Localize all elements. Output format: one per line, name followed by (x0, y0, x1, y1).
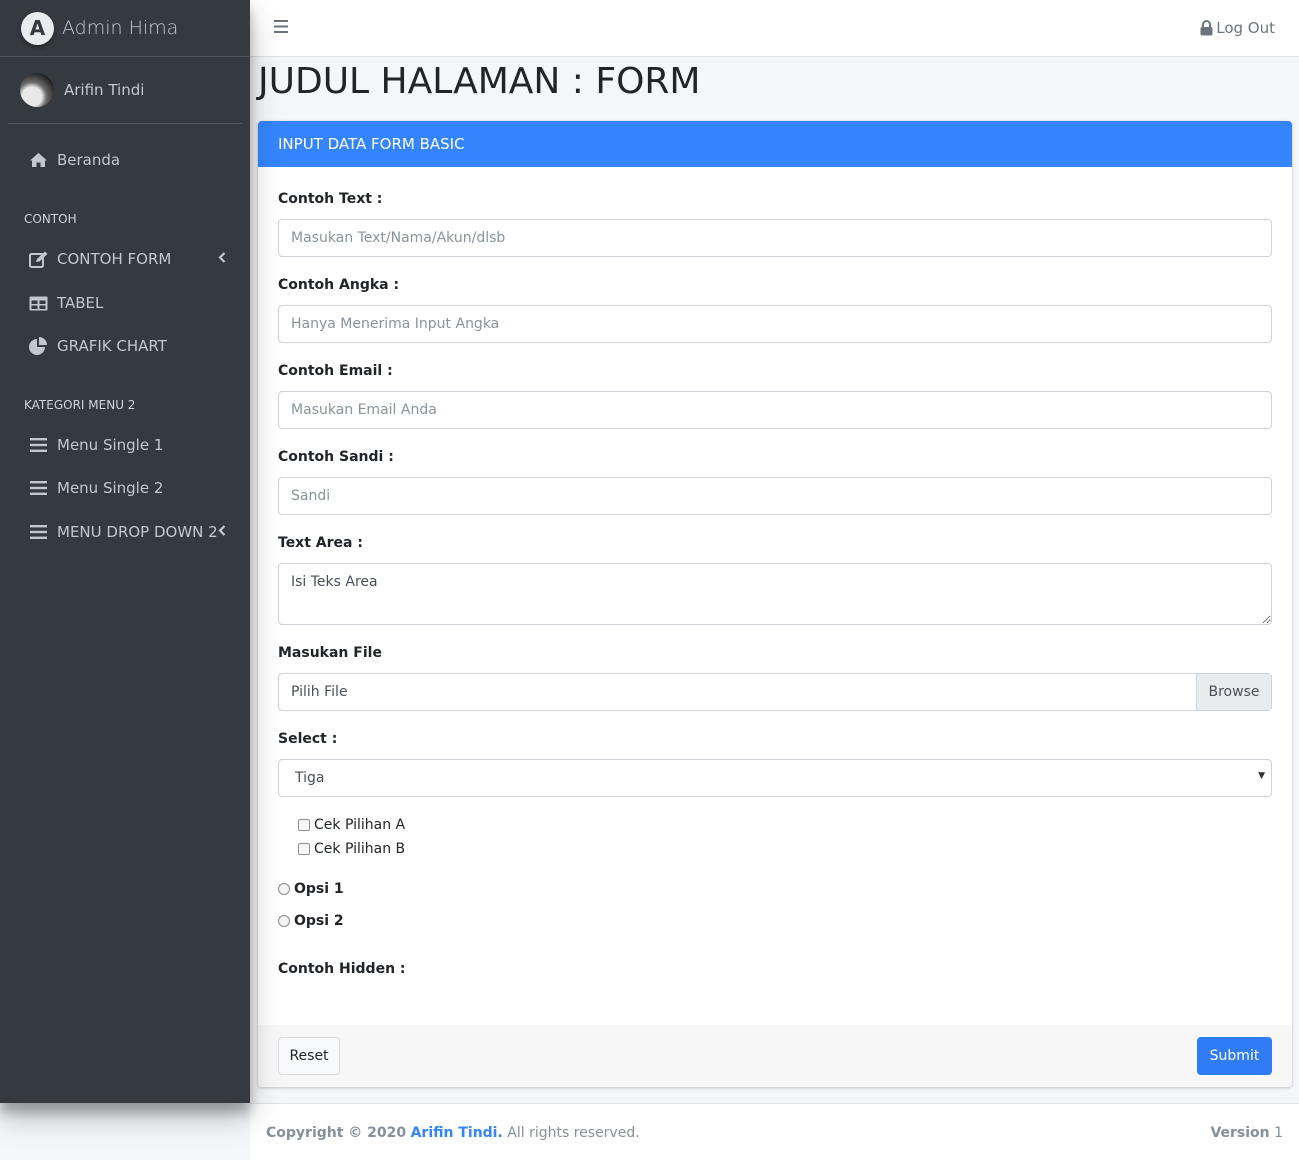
card-footer: Reset Submit (258, 1025, 1292, 1087)
sidebar-item-label: MENU DROP DOWN 2 (57, 523, 218, 541)
checkbox-label: Cek Pilihan B (314, 841, 406, 857)
edit-icon (28, 251, 48, 268)
sidebar: A Admin Hima Arifin Tindi Beranda CONTOH… (0, 0, 250, 1103)
file-input[interactable]: Pilih File Browse (278, 673, 1272, 711)
sidebar-item-tabel[interactable]: TABEL (8, 283, 242, 323)
page-title: JUDUL HALAMAN : FORM (258, 61, 701, 102)
sidebar-item-grafik-chart[interactable]: GRAFIK CHART (8, 326, 242, 366)
radio-label: Opsi 2 (294, 913, 344, 929)
chevron-left-icon (218, 524, 226, 540)
checkbox-box[interactable] (298, 843, 310, 855)
page-footer: Copyright © 2020 Arifin Tindi. All right… (250, 1103, 1299, 1160)
radio-opsi-2[interactable]: Opsi 2 (278, 913, 344, 929)
number-label: Contoh Angka : (278, 277, 400, 293)
sidebar-item-label: CONTOH FORM (57, 250, 172, 268)
checkbox-label: Cek Pilihan A (314, 817, 406, 833)
brand-link[interactable]: A Admin Hima (0, 0, 250, 57)
password-input[interactable] (278, 477, 1272, 515)
checkbox-a[interactable]: Cek Pilihan A (298, 817, 405, 833)
sidebar-item-menu-single-1[interactable]: Menu Single 1 (8, 425, 242, 465)
submit-button[interactable]: Submit (1197, 1037, 1272, 1075)
caret-down-icon: ▼ (1258, 771, 1265, 781)
nav-header-kategori: KATEGORI MENU 2 (24, 398, 136, 412)
version-label: Version (1210, 1125, 1270, 1141)
user-panel[interactable]: Arifin Tindi (8, 57, 242, 124)
bars-icon (28, 481, 48, 495)
copyright-prefix: Copyright © 2020 (266, 1125, 407, 1141)
sidebar-item-menu-drop-down-2[interactable]: MENU DROP DOWN 2 (8, 512, 242, 552)
top-navbar: Log Out (250, 0, 1299, 57)
brand-name: Admin Hima (62, 17, 179, 39)
avatar (20, 73, 54, 107)
author-link[interactable]: Arifin Tindi. (411, 1125, 503, 1141)
hidden-label: Contoh Hidden : (278, 961, 406, 977)
menu-toggle-icon[interactable] (274, 19, 288, 37)
logout-label: Log Out (1216, 19, 1275, 37)
radio-label: Opsi 1 (294, 881, 344, 897)
sidebar-item-label: TABEL (57, 294, 104, 312)
select-label: Select : (278, 731, 338, 747)
file-label: Masukan File (278, 645, 382, 661)
reset-button[interactable]: Reset (278, 1037, 340, 1075)
sidebar-item-label: Menu Single 2 (57, 479, 164, 497)
sidebar-item-menu-single-2[interactable]: Menu Single 2 (8, 468, 242, 508)
pie-chart-icon (28, 337, 48, 355)
user-name: Arifin Tindi (64, 81, 145, 99)
text-input[interactable] (278, 219, 1272, 257)
text-label: Contoh Text : (278, 191, 383, 207)
lock-icon (1200, 20, 1213, 36)
email-label: Contoh Email : (278, 363, 393, 379)
chevron-left-icon (218, 251, 226, 267)
brand-logo: A (21, 11, 54, 45)
nav-header-contoh: CONTOH (24, 212, 77, 226)
sidebar-item-label: GRAFIK CHART (57, 337, 167, 355)
file-input-label: Pilih File (291, 684, 348, 700)
browse-button[interactable]: Browse (1196, 674, 1271, 710)
select-value: Tiga (295, 770, 325, 786)
sidebar-item-label: Menu Single 1 (57, 436, 164, 454)
number-input[interactable] (278, 305, 1272, 343)
bars-icon (28, 525, 48, 539)
radio-opsi-1[interactable]: Opsi 1 (278, 881, 344, 897)
textarea-input[interactable]: Isi Teks Area (278, 563, 1272, 625)
radio-button[interactable] (278, 883, 290, 895)
version-info: Version 1 (1210, 1125, 1283, 1141)
password-label: Contoh Sandi : (278, 449, 394, 465)
radio-button[interactable] (278, 915, 290, 927)
form-card: INPUT DATA FORM BASIC Contoh Text : Cont… (258, 121, 1292, 1087)
rights-text: All rights reserved. (507, 1125, 640, 1141)
logout-link[interactable]: Log Out (1200, 19, 1275, 37)
textarea-label: Text Area : (278, 535, 363, 551)
sidebar-item-beranda[interactable]: Beranda (8, 140, 242, 180)
email-input[interactable] (278, 391, 1272, 429)
table-icon (28, 296, 48, 311)
copyright: Copyright © 2020 Arifin Tindi. All right… (266, 1125, 640, 1141)
checkbox-box[interactable] (298, 819, 310, 831)
sidebar-item-label: Beranda (57, 151, 121, 169)
sidebar-item-contoh-form[interactable]: CONTOH FORM (8, 239, 242, 279)
card-header: INPUT DATA FORM BASIC (258, 121, 1292, 167)
select-dropdown[interactable]: Tiga ▼ (278, 759, 1272, 797)
checkbox-b[interactable]: Cek Pilihan B (298, 841, 405, 857)
home-icon (28, 152, 48, 168)
version-value: 1 (1274, 1125, 1283, 1141)
bars-icon (28, 438, 48, 452)
